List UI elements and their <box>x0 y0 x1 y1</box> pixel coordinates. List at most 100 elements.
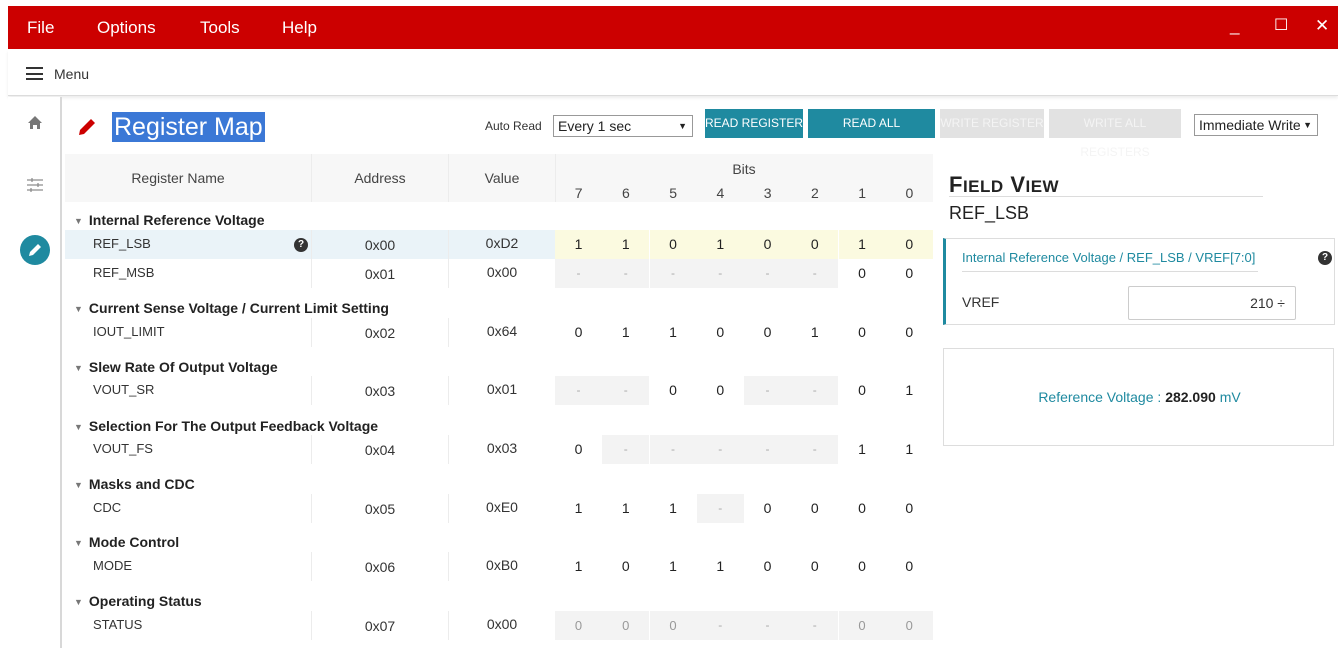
write-mode-value: Immediate Write <box>1199 117 1301 133</box>
bit-cell[interactable]: 1 <box>696 230 744 259</box>
bit-cell[interactable]: 0 <box>744 230 791 259</box>
menu-options[interactable]: Options <box>97 18 156 38</box>
bit-cell[interactable]: 0 <box>602 552 649 581</box>
group-header[interactable]: ▼ Internal Reference Voltage <box>74 212 265 228</box>
home-icon[interactable] <box>8 115 62 135</box>
table-row[interactable]: MODE 0x06 0xB0 1 0 1 1 0 0 0 0 <box>65 552 933 581</box>
bit-cell[interactable]: 1 <box>555 552 602 581</box>
bit-cell[interactable]: 0 <box>602 611 650 640</box>
table-row[interactable]: VOUT_FS 0x04 0x03 0- - - - -1 1 <box>65 435 933 464</box>
close-button[interactable]: ✕ <box>1315 16 1329 36</box>
table-row[interactable]: STATUS 0x07 0x00 0 0 0- - -0 0 <box>65 611 933 640</box>
register-map-nav-icon[interactable] <box>8 235 62 270</box>
header-bit-7: 7 <box>574 185 583 201</box>
bit-cell[interactable]: 0 <box>886 552 933 581</box>
bit-cell[interactable]: 0 <box>649 230 697 259</box>
bit-cell[interactable]: 1 <box>886 435 933 464</box>
bit-cell[interactable]: 1 <box>602 494 649 523</box>
group-header[interactable]: ▼ Mode Control <box>74 534 179 550</box>
menu-label[interactable]: Menu <box>54 66 89 82</box>
write-register-button[interactable]: WRITE REGISTER <box>940 109 1044 138</box>
bit-cell[interactable]: 0 <box>744 494 791 523</box>
collapse-triangle-icon[interactable]: ▼ <box>74 304 83 314</box>
vref-stepper[interactable]: 210 ÷ <box>1128 286 1296 320</box>
group-header[interactable]: ▼ Operating Status <box>74 593 202 609</box>
collapse-triangle-icon[interactable]: ▼ <box>74 480 83 490</box>
bit-cell[interactable]: 0 <box>839 376 886 405</box>
bit-cell[interactable]: 0 <box>839 552 886 581</box>
bit-cell[interactable]: 0 <box>838 611 886 640</box>
bit-cell[interactable]: 0 <box>839 318 886 347</box>
menu-tools[interactable]: Tools <box>200 18 240 38</box>
bit-cell[interactable]: 0 <box>839 259 886 288</box>
reference-voltage-readout: Reference Voltage : 282.090 mV <box>944 389 1335 405</box>
bit-cell[interactable]: 0 <box>791 230 839 259</box>
bit-cell[interactable]: 0 <box>555 611 602 640</box>
collapse-triangle-icon[interactable]: ▼ <box>74 363 83 373</box>
collapse-triangle-icon[interactable]: ▼ <box>74 216 83 226</box>
bit-cell[interactable]: 1 <box>555 230 602 259</box>
bit-cell[interactable]: 1 <box>697 552 744 581</box>
auto-read-select[interactable]: Every 1 sec ▼ <box>553 115 693 137</box>
collapse-triangle-icon[interactable]: ▼ <box>74 538 83 548</box>
bit-cell[interactable]: 0 <box>839 494 886 523</box>
bit-cell[interactable]: 1 <box>839 435 886 464</box>
sliders-icon[interactable] <box>8 177 62 198</box>
register-address: 0x07 <box>364 618 396 634</box>
bit-cell[interactable]: 0 <box>650 376 697 405</box>
bit-cell[interactable]: 1 <box>838 230 886 259</box>
hamburger-menu-icon[interactable] <box>26 67 43 80</box>
bit-cell[interactable]: 1 <box>886 376 933 405</box>
register-name: MODE <box>93 558 132 573</box>
bit-cell[interactable]: 0 <box>886 259 933 288</box>
minimize-button[interactable]: _ <box>1230 16 1239 36</box>
info-card: Reference Voltage : 282.090 mV <box>943 348 1334 446</box>
bit-cell[interactable]: 0 <box>697 318 744 347</box>
bit-cell[interactable]: 1 <box>650 494 697 523</box>
bit-cell[interactable]: 0 <box>697 376 744 405</box>
table-row[interactable]: REF_MSB 0x01 0x00- - - - - -0 0 <box>65 259 933 288</box>
bit-cell[interactable]: 0 <box>791 494 838 523</box>
bit-cell[interactable]: 1 <box>650 552 697 581</box>
read-all-registers-button[interactable]: READ ALL REGISTERS <box>808 109 935 159</box>
table-row[interactable]: REF_LSB 0x00 0xD2? 1 1 0 1 0 0 1 0 <box>65 230 933 259</box>
write-all-registers-button[interactable]: WRITE ALL REGISTERS <box>1049 109 1181 159</box>
bit-cell[interactable]: 0 <box>649 611 697 640</box>
group-header[interactable]: ▼ Current Sense Voltage / Current Limit S… <box>74 300 389 316</box>
bit-cell[interactable]: 0 <box>885 611 933 640</box>
maximize-button[interactable]: ☐ <box>1274 16 1288 36</box>
group-header[interactable]: ▼ Slew Rate Of Output Voltage <box>74 359 278 375</box>
write-mode-select[interactable]: Immediate Write ▼ <box>1194 114 1318 136</box>
register-value: 0x00 <box>486 264 518 280</box>
group-header[interactable]: ▼ Selection For The Output Feedback Volta… <box>74 418 378 434</box>
table-row[interactable]: IOUT_LIMIT 0x02 0x64 0 1 1 0 0 1 0 0 <box>65 318 933 347</box>
menu-help[interactable]: Help <box>282 18 317 38</box>
bit-cell[interactable]: 1 <box>650 318 697 347</box>
help-icon[interactable]: ? <box>294 238 308 252</box>
menu-file[interactable]: File <box>27 18 54 38</box>
group-header[interactable]: ▼ Masks and CDC <box>74 476 195 492</box>
bit-cell: - <box>649 259 697 288</box>
bit-cell[interactable]: 0 <box>555 318 602 347</box>
bit-cell[interactable]: 1 <box>791 318 838 347</box>
bit-cell[interactable]: 0 <box>555 435 602 464</box>
bit-cell[interactable]: 1 <box>602 318 649 347</box>
bit-cell[interactable]: 0 <box>744 552 791 581</box>
bit-cell[interactable]: 1 <box>602 230 650 259</box>
read-register-button[interactable]: READ REGISTER <box>705 109 803 138</box>
bit-cell[interactable]: 1 <box>555 494 602 523</box>
bit-cell[interactable]: 0 <box>744 318 791 347</box>
divider <box>949 196 1263 197</box>
auto-read-value: Every 1 sec <box>558 118 632 134</box>
register-address: 0x06 <box>364 559 396 575</box>
bit-cell[interactable]: 0 <box>885 230 933 259</box>
table-row[interactable]: CDC 0x05 0xE0 1 1 1-0 0 0 0 <box>65 494 933 523</box>
table-row[interactable]: VOUT_SR 0x03 0x01- -0 0- -0 1 <box>65 376 933 405</box>
collapse-triangle-icon[interactable]: ▼ <box>74 597 83 607</box>
help-icon[interactable]: ? <box>1318 251 1332 265</box>
bit-cell[interactable]: 0 <box>886 318 933 347</box>
bit-cell[interactable]: 0 <box>886 494 933 523</box>
bit-cell[interactable]: 0 <box>791 552 838 581</box>
collapse-triangle-icon[interactable]: ▼ <box>74 422 83 432</box>
field-path: Internal Reference Voltage / REF_LSB / V… <box>962 250 1256 265</box>
